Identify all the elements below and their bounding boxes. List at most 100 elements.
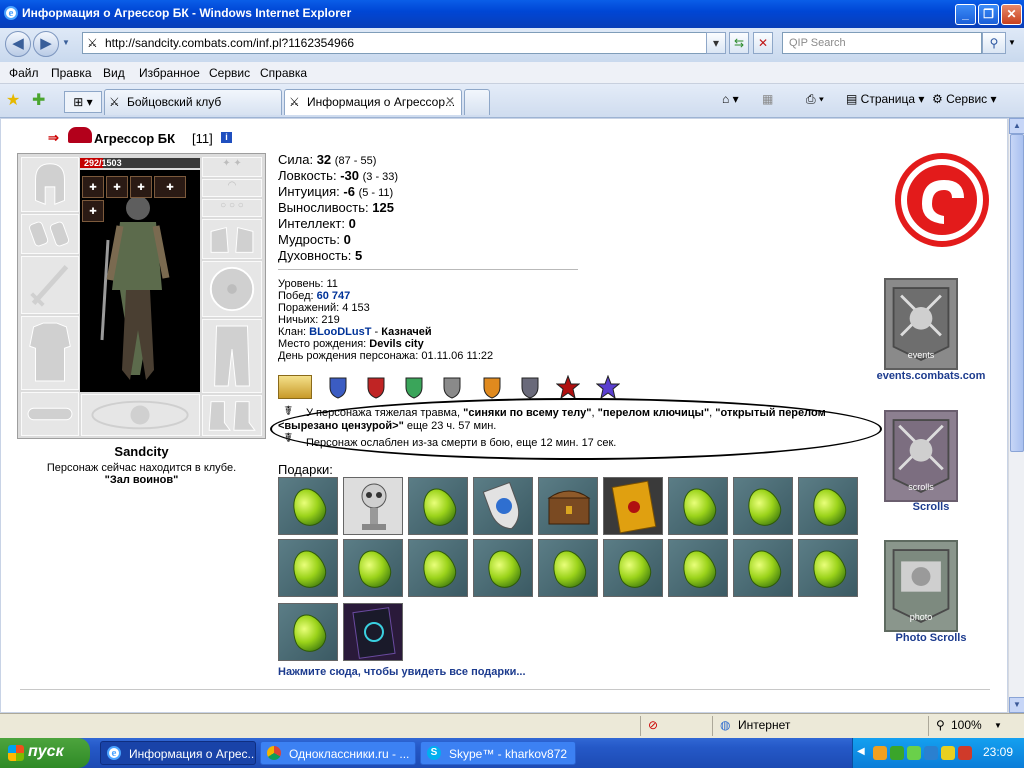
zoom-level[interactable]: 100%	[951, 718, 982, 732]
effect-icon[interactable]: ✚	[130, 176, 152, 198]
tab-info[interactable]: ⚔ Информация о Агрессор... ✕	[284, 89, 462, 115]
info-icon[interactable]: i	[221, 132, 232, 143]
gift-item[interactable]	[408, 539, 468, 597]
all-gifts-link[interactable]: Нажмите сюда, чтобы увидеть все подарки.…	[278, 666, 526, 678]
rings-slot[interactable]: ○ ○ ○	[202, 199, 262, 217]
protected-mode-icon[interactable]: ⊘	[648, 718, 658, 732]
address-input[interactable]: ⚔ http://sandcity.combats.com/inf.pl?116…	[82, 32, 722, 54]
history-dropdown-icon[interactable]: ▼	[62, 38, 70, 47]
gift-item[interactable]	[473, 477, 533, 535]
effect-icon[interactable]: ✚	[82, 200, 104, 222]
gift-item[interactable]	[603, 477, 663, 535]
shield-badge-icon[interactable]	[402, 375, 426, 399]
feeds-icon[interactable]: ▦	[762, 92, 773, 106]
gift-item[interactable]	[668, 539, 728, 597]
quick-tabs-icon[interactable]: ⊞ ▾	[64, 91, 102, 113]
shield-badge-icon[interactable]	[364, 375, 388, 399]
minimize-button[interactable]: _	[955, 4, 976, 25]
search-input[interactable]: QIP Search	[782, 32, 982, 54]
gift-item[interactable]	[278, 539, 338, 597]
effect-icon[interactable]: ✚	[82, 176, 104, 198]
tray-app-icon[interactable]	[958, 746, 972, 760]
gift-item[interactable]	[408, 477, 468, 535]
gift-item[interactable]	[473, 539, 533, 597]
earrings-slot[interactable]: ✦ ✦	[202, 157, 262, 177]
start-button[interactable]: пуск	[0, 738, 90, 768]
add-favorite-icon[interactable]: ✚	[32, 90, 45, 110]
print-icon[interactable]: ⎙ ▾	[806, 92, 824, 107]
weapon-slot[interactable]	[21, 256, 79, 314]
search-go-icon[interactable]: ⚲	[982, 32, 1006, 54]
effect-icon[interactable]: ✚	[154, 176, 186, 198]
scroll-down-icon[interactable]: ▼	[1009, 697, 1024, 713]
events-link[interactable]: events.combats.com	[866, 370, 996, 382]
events-banner[interactable]: events	[884, 278, 958, 370]
shield-slot[interactable]	[202, 261, 262, 317]
zoom-dropdown-icon[interactable]: ▼	[994, 721, 1002, 730]
medal-icon[interactable]	[278, 375, 312, 399]
taskbar-item-skype[interactable]: S Skype™ - kharkov872	[420, 741, 576, 765]
gift-item[interactable]	[343, 603, 403, 661]
gift-item[interactable]	[603, 539, 663, 597]
menu-view[interactable]: Вид	[103, 66, 125, 80]
stop-icon[interactable]: ✕	[753, 32, 773, 54]
vertical-scrollbar[interactable]: ▲ ▼	[1008, 118, 1024, 713]
scroll-up-icon[interactable]: ▲	[1009, 118, 1024, 134]
tab-combats[interactable]: ⚔ Бойцовский клуб	[104, 89, 282, 115]
tray-app-icon[interactable]	[873, 746, 887, 760]
gift-item[interactable]	[538, 477, 598, 535]
menu-favorites[interactable]: Избранное	[139, 66, 200, 80]
new-tab-button[interactable]	[464, 89, 490, 115]
clan-link[interactable]: BLooDLusT	[309, 326, 371, 338]
home-icon[interactable]: ⌂ ▾	[722, 92, 739, 106]
zoom-icon[interactable]: ⚲	[936, 718, 945, 732]
gift-item[interactable]	[278, 477, 338, 535]
close-window-button[interactable]: ✕	[1001, 4, 1022, 25]
scrolls-link[interactable]: Scrolls	[866, 501, 996, 513]
clan-emblem-icon[interactable]	[68, 127, 92, 143]
shield-badge-icon[interactable]	[440, 375, 464, 399]
gift-item[interactable]	[343, 477, 403, 535]
photo-scrolls-link[interactable]: Photo Scrolls	[866, 632, 996, 644]
page-menu-button[interactable]: ▤ Страница ▾	[846, 92, 924, 106]
menu-file[interactable]: Файл	[9, 66, 39, 80]
helmet-slot[interactable]	[21, 157, 79, 212]
bracers-slot[interactable]	[21, 214, 79, 254]
gift-item[interactable]	[733, 539, 793, 597]
scroll-thumb[interactable]	[1010, 134, 1024, 452]
favorites-star-icon[interactable]: ★	[6, 90, 20, 110]
combats-logo-icon[interactable]	[892, 150, 992, 250]
gift-item[interactable]	[798, 477, 858, 535]
forward-button[interactable]: ▶	[33, 31, 59, 57]
shield-badge-icon[interactable]	[518, 375, 542, 399]
taskbar-item-chrome[interactable]: Одноклассники.ru - ...	[260, 741, 416, 765]
armor-slot[interactable]	[21, 316, 79, 390]
boots-slot[interactable]	[202, 395, 262, 436]
tray-app-icon[interactable]	[907, 746, 921, 760]
gift-item[interactable]	[278, 603, 338, 661]
photo-scrolls-banner[interactable]: photo	[884, 540, 958, 632]
maximize-button[interactable]: ❐	[978, 4, 999, 25]
search-options-icon[interactable]: ▼	[1008, 38, 1016, 47]
scrolls-banner[interactable]: scrolls	[884, 410, 958, 502]
gift-item[interactable]	[538, 539, 598, 597]
belt-slot[interactable]	[21, 392, 79, 436]
clock[interactable]: 23:09	[983, 745, 1013, 759]
tray-app-icon[interactable]	[890, 746, 904, 760]
amulet-slot[interactable]: ◠	[202, 179, 262, 197]
leggings-slot[interactable]	[202, 319, 262, 393]
tray-app-icon[interactable]	[924, 746, 938, 760]
tray-expand-icon[interactable]: ◀	[857, 746, 865, 757]
gift-item[interactable]	[733, 477, 793, 535]
tray-app-icon[interactable]	[941, 746, 955, 760]
gift-item[interactable]	[798, 539, 858, 597]
close-tab-icon[interactable]: ✕	[445, 94, 455, 108]
gift-item[interactable]	[343, 539, 403, 597]
refresh-icon[interactable]: ⇆	[729, 32, 749, 54]
star-badge-icon[interactable]	[556, 375, 580, 399]
tools-menu-button[interactable]: ⚙ Сервис ▾	[932, 92, 997, 106]
address-dropdown-button[interactable]: ▾	[706, 32, 726, 54]
back-button[interactable]: ◀	[5, 31, 31, 57]
shield-badge-icon[interactable]	[326, 375, 350, 399]
menu-tools[interactable]: Сервис	[209, 66, 250, 80]
